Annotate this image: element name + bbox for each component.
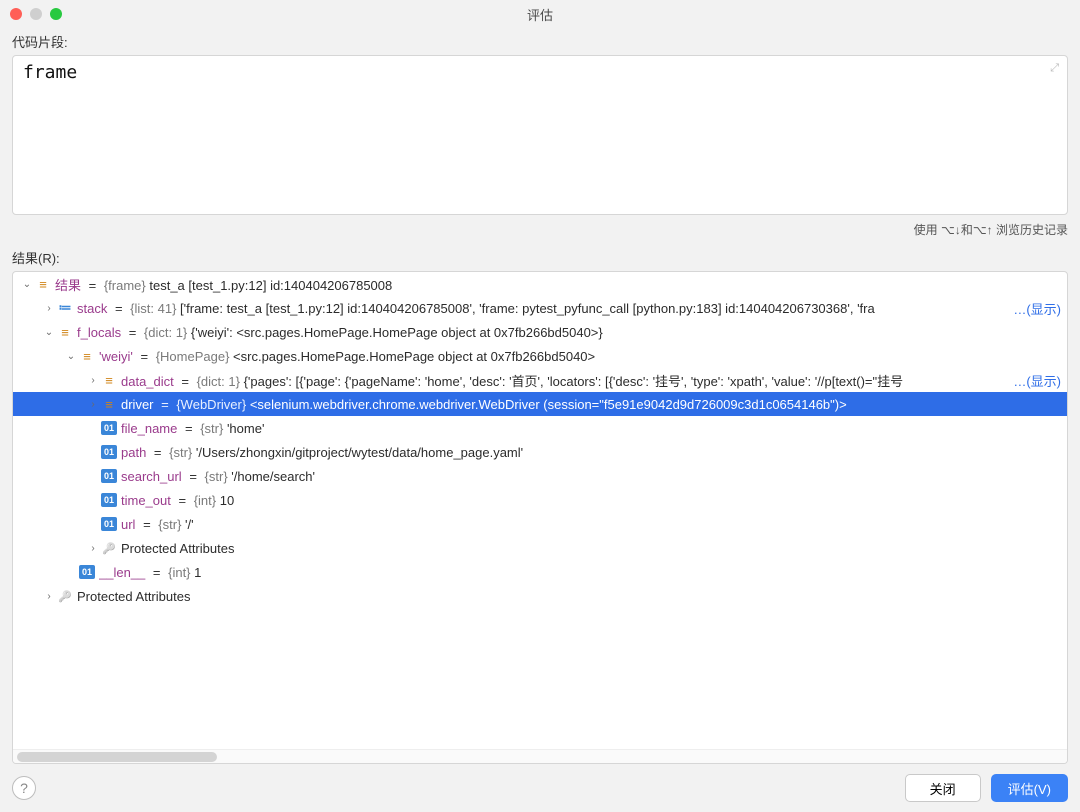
tree-row[interactable]: ›time_out = {int} 10 bbox=[13, 488, 1067, 512]
tree-row[interactable]: ⌄ 结果 = {frame} test_a [test_1.py:12] id:1… bbox=[13, 272, 1067, 296]
chevron-down-icon[interactable]: ⌄ bbox=[63, 351, 79, 362]
results-label: 结果(R): bbox=[12, 248, 1068, 267]
row-text: 结果 = {frame} test_a [test_1.py:12] id:14… bbox=[55, 275, 1059, 294]
show-more-link[interactable]: …(显示) bbox=[1007, 371, 1061, 390]
tree-row[interactable]: › stack = {list: 41} ['frame: test_a [tes… bbox=[13, 296, 1067, 320]
row-text: driver = {WebDriver} <selenium.webdriver… bbox=[121, 397, 1059, 412]
chevron-right-icon[interactable]: › bbox=[85, 399, 101, 410]
expand-icon[interactable]: ⤢ bbox=[1050, 62, 1059, 73]
code-input[interactable]: frame ⤢ bbox=[12, 55, 1068, 215]
window-controls bbox=[10, 8, 62, 20]
results-panel: ⌄ 结果 = {frame} test_a [test_1.py:12] id:1… bbox=[12, 271, 1068, 764]
zoom-window-button[interactable] bbox=[50, 8, 62, 20]
row-text: url = {str} '/' bbox=[121, 517, 1059, 532]
close-button[interactable]: 关闭 bbox=[905, 774, 981, 802]
code-text: frame bbox=[23, 62, 77, 83]
row-text: Protected Attributes bbox=[121, 541, 1059, 556]
chevron-right-icon[interactable]: › bbox=[41, 303, 57, 314]
row-text: f_locals = {dict: 1} {'weiyi': <src.page… bbox=[77, 325, 1059, 340]
evaluate-button[interactable]: 评估(V) bbox=[991, 774, 1068, 802]
chevron-right-icon[interactable]: › bbox=[85, 375, 101, 386]
obj-icon bbox=[101, 372, 117, 388]
tree-row[interactable]: ›path = {str} '/Users/zhongxin/gitprojec… bbox=[13, 440, 1067, 464]
close-window-button[interactable] bbox=[10, 8, 22, 20]
chevron-down-icon[interactable]: ⌄ bbox=[41, 327, 57, 338]
row-text: __len__ = {int} 1 bbox=[99, 565, 1059, 580]
minimize-window-button[interactable] bbox=[30, 8, 42, 20]
tree-row[interactable]: ›url = {str} '/' bbox=[13, 512, 1067, 536]
stack-icon bbox=[57, 300, 73, 316]
str-icon bbox=[101, 469, 117, 483]
tree-row[interactable]: ⌄ f_locals = {dict: 1} {'weiyi': <src.pag… bbox=[13, 320, 1067, 344]
obj-icon bbox=[79, 348, 95, 364]
evaluate-window: 评估 代码片段: frame ⤢ 使用 ⌥↓和⌥↑ 浏览历史记录 结果(R): ⌄… bbox=[0, 0, 1080, 812]
button-group: 关闭 评估(V) bbox=[905, 774, 1068, 802]
row-text: path = {str} '/Users/zhongxin/gitproject… bbox=[121, 445, 1059, 460]
str-icon bbox=[79, 565, 95, 579]
row-text: data_dict = {dict: 1} {'pages': [{'page'… bbox=[121, 371, 1059, 390]
content-area: 代码片段: frame ⤢ 使用 ⌥↓和⌥↑ 浏览历史记录 结果(R): ⌄ 结果 … bbox=[0, 28, 1080, 764]
tree-row[interactable]: › Protected Attributes bbox=[13, 584, 1067, 608]
chevron-down-icon[interactable]: ⌄ bbox=[19, 279, 35, 290]
tree-row[interactable]: › Protected Attributes bbox=[13, 536, 1067, 560]
str-icon bbox=[101, 421, 117, 435]
chevron-right-icon[interactable]: › bbox=[85, 543, 101, 554]
help-button[interactable]: ? bbox=[12, 776, 36, 800]
titlebar[interactable]: 评估 bbox=[0, 0, 1080, 28]
code-label: 代码片段: bbox=[12, 32, 1068, 51]
footer: ? 关闭 评估(V) bbox=[0, 764, 1080, 812]
tree-row[interactable]: ⌄ 'weiyi' = {HomePage} <src.pages.HomePag… bbox=[13, 344, 1067, 368]
key-icon bbox=[57, 588, 73, 604]
tree-row[interactable]: ›search_url = {str} '/home/search' bbox=[13, 464, 1067, 488]
horizontal-scrollbar[interactable] bbox=[13, 749, 1067, 763]
tree-row[interactable]: › data_dict = {dict: 1} {'pages': [{'page… bbox=[13, 368, 1067, 392]
scrollbar-thumb[interactable] bbox=[17, 752, 217, 762]
str-icon bbox=[101, 517, 117, 531]
str-icon bbox=[101, 493, 117, 507]
key-icon bbox=[101, 540, 117, 556]
row-text: Protected Attributes bbox=[77, 589, 1059, 604]
obj-icon bbox=[35, 276, 51, 292]
show-more-link[interactable]: …(显示) bbox=[1007, 299, 1061, 318]
obj-icon bbox=[57, 324, 73, 340]
tree-row[interactable]: ›file_name = {str} 'home' bbox=[13, 416, 1067, 440]
row-text: stack = {list: 41} ['frame: test_a [test… bbox=[77, 301, 1059, 316]
tree-row[interactable]: ›__len__ = {int} 1 bbox=[13, 560, 1067, 584]
results-tree[interactable]: ⌄ 结果 = {frame} test_a [test_1.py:12] id:1… bbox=[13, 272, 1067, 749]
str-icon bbox=[101, 445, 117, 459]
row-text: file_name = {str} 'home' bbox=[121, 421, 1059, 436]
row-text: 'weiyi' = {HomePage} <src.pages.HomePage… bbox=[99, 349, 1059, 364]
chevron-right-icon[interactable]: › bbox=[41, 591, 57, 602]
row-text: time_out = {int} 10 bbox=[121, 493, 1059, 508]
obj-icon bbox=[101, 396, 117, 412]
history-hint: 使用 ⌥↓和⌥↑ 浏览历史记录 bbox=[12, 221, 1068, 238]
window-title: 评估 bbox=[0, 5, 1080, 24]
tree-row[interactable]: › driver = {WebDriver} <selenium.webdrive… bbox=[13, 392, 1067, 416]
row-text: search_url = {str} '/home/search' bbox=[121, 469, 1059, 484]
